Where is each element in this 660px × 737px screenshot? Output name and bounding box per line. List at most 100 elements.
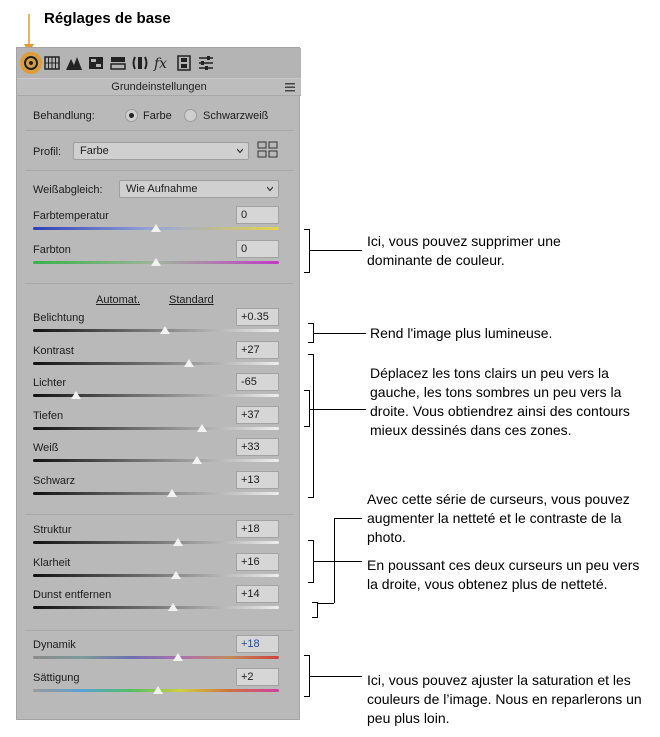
presets-icon[interactable] [197,54,215,72]
slider-track[interactable] [33,606,279,609]
slider-label: Schwarz [33,475,76,487]
slider-thumb[interactable] [184,359,195,367]
connector-line [314,561,362,562]
connector-line [334,518,362,519]
annotation-tones: Déplacez les tons clairs un peu vers la … [370,365,630,438]
slider-thumb[interactable] [196,424,207,432]
chevron-down-icon [267,186,273,192]
lens-icon[interactable] [131,54,149,72]
annotation-exposure: Rend l'image plus lumineuse. [370,325,553,341]
slider-value-field[interactable]: 0 [236,240,279,258]
divider [25,283,293,284]
profile-label: Profil: [33,146,62,158]
slider-track[interactable] [33,656,279,659]
connector-line [310,676,362,677]
connector-line [314,333,366,334]
slider-label: Tiefen [33,410,64,422]
slider-label: Lichter [33,377,67,389]
slider-value-field[interactable]: +37 [236,406,279,424]
basic-panel: fx Grundeinstellungen Behandlung: Farbe … [16,47,301,720]
default-link[interactable]: Standard [169,294,214,306]
slider-value-field[interactable]: -65 [236,373,279,391]
connector-line [318,603,334,604]
detail-icon[interactable] [65,54,83,72]
annotation-white-balance: Ici, vous pouvez supprimer une dominante… [367,233,561,268]
slider-label: Belichtung [33,312,85,324]
white-balance-select[interactable]: Wie Aufnahme [119,180,279,198]
slider-value-field[interactable]: +2 [236,668,279,686]
slider-track[interactable] [33,459,279,462]
page-title: Réglages de base [44,10,171,27]
divider [25,630,293,631]
slider-value-field[interactable]: 0 [236,206,279,224]
slider-value-field[interactable]: +0.35 [236,308,279,326]
profile-select[interactable]: Farbe [73,142,249,160]
white-balance-label: Weißabgleich: [33,184,103,196]
treatment-bw-label: Schwarzweiß [203,110,269,122]
connector-line [334,518,335,603]
slider-value-field[interactable]: +16 [236,553,279,571]
auto-link[interactable]: Automat. [96,294,140,306]
slider-track[interactable] [33,394,279,397]
chevron-down-icon [237,148,243,154]
tone-curve-icon[interactable] [43,54,61,72]
slider-thumb[interactable] [71,391,82,399]
slider-thumb[interactable] [173,538,184,546]
slider-thumb[interactable] [168,603,179,611]
slider-label: Dunst entfernen [33,589,112,601]
slider-thumb[interactable] [159,326,170,334]
slider-value-field[interactable]: +13 [236,471,279,489]
slider-thumb[interactable] [151,224,161,232]
slider-track[interactable] [33,492,279,495]
slider-value-field[interactable]: +18 [236,520,279,538]
slider-thumb[interactable] [166,489,177,497]
white-balance-value: Wie Aufnahme [126,183,198,195]
bracket [308,354,314,498]
panel-toolbar: fx [17,48,301,78]
treatment-label: Behandlung: [33,110,95,122]
slider-track[interactable] [33,427,279,430]
slider-thumb[interactable] [151,258,161,266]
section-header[interactable]: Grundeinstellungen [17,78,301,96]
svg-text:fx: fx [153,56,167,72]
annotation-presence: Avec cette série de curseurs, vous pouve… [367,491,630,545]
bracket [304,229,310,273]
connector-line [310,409,366,410]
slider-thumb[interactable] [173,653,184,661]
bracket [312,602,318,618]
slider-value-field[interactable]: +14 [236,585,279,603]
panel-menu-icon[interactable] [285,82,295,92]
slider-value-field[interactable]: +33 [236,438,279,456]
slider-label: Struktur [33,524,72,536]
profile-browser-icon[interactable] [257,141,279,159]
slider-track[interactable] [33,574,279,577]
slider-label: Sättigung [33,672,80,684]
slider-thumb[interactable] [191,456,202,464]
treatment-color-label: Farbe [143,110,172,122]
slider-thumb[interactable] [170,571,181,579]
slider-thumb[interactable] [153,686,164,694]
basic-panel-icon[interactable] [20,52,42,74]
annotation-sharpen: En poussant ces deux curseurs un peu ver… [367,557,640,592]
divider [25,170,293,171]
slider-value-field[interactable]: +27 [236,341,279,359]
slider-label: Farbton [33,244,71,256]
connector-line [310,250,362,251]
slider-track[interactable] [33,362,279,365]
effects-icon[interactable]: fx [153,54,171,72]
divider [25,514,293,515]
annotation-saturation: Ici, vous pouvez ajuster la saturation e… [367,672,642,726]
slider-label: Kontrast [33,345,74,357]
hsl-icon[interactable] [87,54,105,72]
slider-value-field[interactable]: +18 [236,635,279,653]
slider-track[interactable] [33,329,279,332]
slider-track[interactable] [33,541,279,544]
calibration-icon[interactable] [175,54,193,72]
treatment-bw-radio[interactable] [184,109,197,122]
slider-label: Weiß [33,442,59,454]
slider-label: Farbtemperatur [33,210,109,222]
treatment-color-radio[interactable] [125,109,138,122]
section-title: Grundeinstellungen [111,81,207,93]
split-toning-icon[interactable] [109,54,127,72]
profile-value: Farbe [80,145,109,157]
